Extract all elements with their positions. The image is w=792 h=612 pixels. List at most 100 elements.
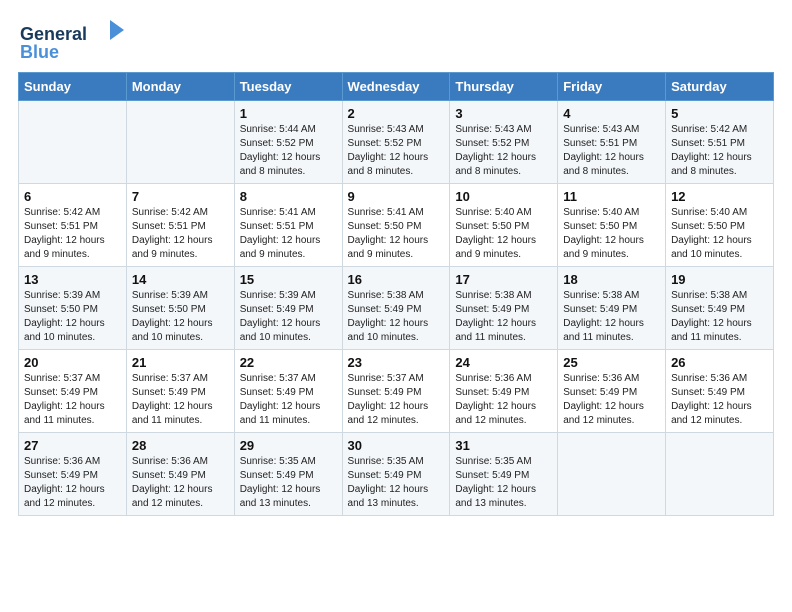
day-number: 22 [240, 355, 337, 370]
day-info: Sunrise: 5:37 AMSunset: 5:49 PMDaylight:… [240, 372, 337, 428]
day-info: Sunrise: 5:39 AMSunset: 5:50 PMDaylight:… [132, 289, 229, 345]
day-number: 19 [671, 272, 768, 287]
day-info: Sunrise: 5:41 AMSunset: 5:51 PMDaylight:… [240, 206, 337, 262]
weekday-header-saturday: Saturday [666, 73, 774, 101]
day-info: Sunrise: 5:38 AMSunset: 5:49 PMDaylight:… [455, 289, 552, 345]
day-number: 1 [240, 106, 337, 121]
calendar-cell: 22 Sunrise: 5:37 AMSunset: 5:49 PMDayligh… [234, 350, 342, 433]
calendar-cell [19, 101, 127, 184]
calendar-week-row: 1 Sunrise: 5:44 AMSunset: 5:52 PMDaylight… [19, 101, 774, 184]
day-number: 9 [348, 189, 445, 204]
day-info: Sunrise: 5:37 AMSunset: 5:49 PMDaylight:… [348, 372, 445, 428]
calendar-cell: 16 Sunrise: 5:38 AMSunset: 5:49 PMDayligh… [342, 267, 450, 350]
weekday-header-thursday: Thursday [450, 73, 558, 101]
calendar-cell: 8 Sunrise: 5:41 AMSunset: 5:51 PMDaylight… [234, 184, 342, 267]
day-number: 17 [455, 272, 552, 287]
day-info: Sunrise: 5:39 AMSunset: 5:49 PMDaylight:… [240, 289, 337, 345]
day-number: 28 [132, 438, 229, 453]
calendar-cell: 20Sunrise: 5:37 AMSunset: 5:49 PMDayligh… [19, 350, 127, 433]
calendar-cell: 27 Sunrise: 5:36 AMSunset: 5:49 PMDayligh… [19, 433, 127, 516]
day-number: 23 [348, 355, 445, 370]
calendar-week-row: 20 Sunrise: 5:37 AMSunset: 5:49 PMDayligh… [19, 350, 774, 433]
day-number: 26 [671, 355, 768, 370]
day-info: Sunrise: 5:44 AMSunset: 5:52 PMDaylight:… [240, 123, 337, 179]
logo: General Blue [18, 18, 128, 62]
day-number: 27 [24, 438, 121, 453]
calendar-cell: 10Sunrise: 5:40 AMSunset: 5:50 PMDayligh… [450, 184, 558, 267]
calendar-cell: 28 Sunrise: 5:36 AMSunset: 5:49 PMDayligh… [126, 433, 234, 516]
calendar-page: General Blue SundayMondayTuesdayWednesda… [0, 0, 792, 612]
day-info: Sunrise: 5:36 AMSunset: 5:49 PMDaylight:… [24, 455, 121, 511]
calendar-cell: 9Sunrise: 5:41 AMSunset: 5:50 PMDaylight… [342, 184, 450, 267]
day-info: Sunrise: 5:38 AMSunset: 5:49 PMDaylight:… [348, 289, 445, 345]
calendar-cell: 26Sunrise: 5:36 AMSunset: 5:49 PMDayligh… [666, 350, 774, 433]
weekday-header-sunday: Sunday [19, 73, 127, 101]
calendar-cell: 24 Sunrise: 5:36 AMSunset: 5:49 PMDayligh… [450, 350, 558, 433]
calendar-cell: 18 Sunrise: 5:38 AMSunset: 5:49 PMDayligh… [558, 267, 666, 350]
calendar-week-row: 6 Sunrise: 5:42 AMSunset: 5:51 PMDaylight… [19, 184, 774, 267]
day-info: Sunrise: 5:40 AMSunset: 5:50 PMDaylight:… [671, 206, 768, 262]
day-info: Sunrise: 5:42 AMSunset: 5:51 PMDaylight:… [671, 123, 768, 179]
day-number: 3 [455, 106, 552, 121]
day-number: 8 [240, 189, 337, 204]
day-info: Sunrise: 5:35 AMSunset: 5:49 PMDaylight:… [240, 455, 337, 511]
header: General Blue [18, 18, 774, 62]
day-number: 29 [240, 438, 337, 453]
weekday-header-row: SundayMondayTuesdayWednesdayThursdayFrid… [19, 73, 774, 101]
calendar-cell: 13 Sunrise: 5:39 AMSunset: 5:50 PMDayligh… [19, 267, 127, 350]
calendar-cell [558, 433, 666, 516]
calendar-cell: 19 Sunrise: 5:38 AMSunset: 5:49 PMDayligh… [666, 267, 774, 350]
day-info: Sunrise: 5:36 AMSunset: 5:49 PMDaylight:… [132, 455, 229, 511]
day-info: Sunrise: 5:42 AMSunset: 5:51 PMDaylight:… [132, 206, 229, 262]
calendar-cell: 2Sunrise: 5:43 AMSunset: 5:52 PMDaylight… [342, 101, 450, 184]
day-number: 14 [132, 272, 229, 287]
calendar-cell: 21 Sunrise: 5:37 AMSunset: 5:49 PMDayligh… [126, 350, 234, 433]
day-info: Sunrise: 5:35 AMSunset: 5:49 PMDaylight:… [348, 455, 445, 511]
calendar-cell: 17 Sunrise: 5:38 AMSunset: 5:49 PMDayligh… [450, 267, 558, 350]
day-info: Sunrise: 5:43 AMSunset: 5:51 PMDaylight:… [563, 123, 660, 179]
calendar-cell: 15 Sunrise: 5:39 AMSunset: 5:49 PMDayligh… [234, 267, 342, 350]
calendar-cell [126, 101, 234, 184]
day-number: 13 [24, 272, 121, 287]
calendar-cell: 29 Sunrise: 5:35 AMSunset: 5:49 PMDayligh… [234, 433, 342, 516]
svg-text:General: General [20, 24, 87, 44]
day-info: Sunrise: 5:37 AMSunset: 5:49 PMDaylight:… [132, 372, 229, 428]
weekday-header-friday: Friday [558, 73, 666, 101]
day-number: 6 [24, 189, 121, 204]
day-info: Sunrise: 5:35 AMSunset: 5:49 PMDaylight:… [455, 455, 552, 511]
weekday-header-monday: Monday [126, 73, 234, 101]
weekday-header-wednesday: Wednesday [342, 73, 450, 101]
weekday-header-tuesday: Tuesday [234, 73, 342, 101]
calendar-cell: 7 Sunrise: 5:42 AMSunset: 5:51 PMDaylight… [126, 184, 234, 267]
calendar-cell: 30 Sunrise: 5:35 AMSunset: 5:49 PMDayligh… [342, 433, 450, 516]
day-number: 30 [348, 438, 445, 453]
day-info: Sunrise: 5:42 AMSunset: 5:51 PMDaylight:… [24, 206, 121, 262]
day-info: Sunrise: 5:38 AMSunset: 5:49 PMDaylight:… [563, 289, 660, 345]
calendar-cell: 3Sunrise: 5:43 AMSunset: 5:52 PMDaylight… [450, 101, 558, 184]
calendar-cell: 23 Sunrise: 5:37 AMSunset: 5:49 PMDayligh… [342, 350, 450, 433]
day-info: Sunrise: 5:39 AMSunset: 5:50 PMDaylight:… [24, 289, 121, 345]
day-info: Sunrise: 5:36 AMSunset: 5:49 PMDaylight:… [455, 372, 552, 428]
day-info: Sunrise: 5:38 AMSunset: 5:49 PMDaylight:… [671, 289, 768, 345]
day-number: 4 [563, 106, 660, 121]
calendar-week-row: 27 Sunrise: 5:36 AMSunset: 5:49 PMDayligh… [19, 433, 774, 516]
calendar-cell: 11Sunrise: 5:40 AMSunset: 5:50 PMDayligh… [558, 184, 666, 267]
calendar-cell: 12Sunrise: 5:40 AMSunset: 5:50 PMDayligh… [666, 184, 774, 267]
day-number: 25 [563, 355, 660, 370]
day-number: 20 [24, 355, 121, 370]
day-number: 7 [132, 189, 229, 204]
day-number: 16 [348, 272, 445, 287]
day-number: 15 [240, 272, 337, 287]
logo-svg: General Blue [18, 18, 128, 62]
day-number: 10 [455, 189, 552, 204]
day-number: 18 [563, 272, 660, 287]
day-number: 24 [455, 355, 552, 370]
calendar-cell: 25Sunrise: 5:36 AMSunset: 5:49 PMDayligh… [558, 350, 666, 433]
calendar-cell: 6 Sunrise: 5:42 AMSunset: 5:51 PMDaylight… [19, 184, 127, 267]
day-number: 21 [132, 355, 229, 370]
calendar-cell: 5 Sunrise: 5:42 AMSunset: 5:51 PMDaylight… [666, 101, 774, 184]
day-number: 5 [671, 106, 768, 121]
calendar-cell: 31Sunrise: 5:35 AMSunset: 5:49 PMDayligh… [450, 433, 558, 516]
day-number: 2 [348, 106, 445, 121]
calendar-cell [666, 433, 774, 516]
